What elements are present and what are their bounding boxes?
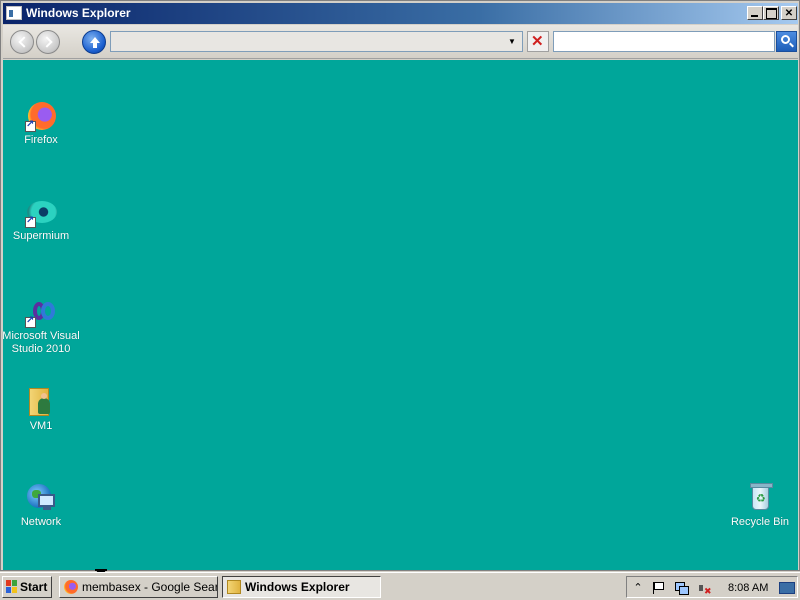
address-bar: ▼ <box>110 31 523 52</box>
show-desktop-icon[interactable] <box>778 580 795 596</box>
search-button[interactable] <box>776 31 797 52</box>
back-button[interactable] <box>10 30 34 54</box>
desktop-icon-label: Network <box>20 516 62 528</box>
firefox-icon <box>64 580 78 594</box>
user-folder-icon <box>25 386 57 418</box>
explorer-folder-icon <box>227 580 241 594</box>
desktop-area[interactable]: Firefox Supermium Microsoft Visual Studi… <box>1 60 800 589</box>
start-button[interactable]: Start <box>2 576 52 598</box>
clock[interactable]: 8:08 AM <box>728 580 768 596</box>
taskbar-button-explorer[interactable]: Windows Explorer <box>222 576 381 598</box>
up-arrow-icon <box>90 37 100 48</box>
desktop-icon-label: VM1 <box>29 420 53 432</box>
desktop-icon-supermium[interactable]: Supermium <box>1 196 81 243</box>
recycle-bin-icon <box>744 482 776 514</box>
close-button[interactable]: ✕ <box>781 6 797 20</box>
navigation-toolbar: ▼ ✕ <box>3 25 798 59</box>
network-status-icon[interactable] <box>673 580 689 596</box>
taskbar-button-firefox[interactable]: membasex - Google Sear... <box>59 576 218 598</box>
explorer-window: Windows Explorer ✕ ▼ ✕ Firefox <box>0 0 800 589</box>
forward-button[interactable] <box>36 30 60 54</box>
desktop-icon-label: Supermium <box>12 230 70 242</box>
desktop-icon-label: Recycle Bin <box>730 516 790 528</box>
up-folder-button[interactable] <box>82 30 106 54</box>
desktop-icon-label: Firefox <box>24 134 58 146</box>
windows-logo-icon <box>6 580 18 594</box>
address-dropdown-button[interactable]: ▼ <box>502 32 522 51</box>
desktop-icon-visual-studio[interactable]: Microsoft Visual Studio 2010 <box>1 296 81 356</box>
desktop-icon-firefox[interactable]: Firefox <box>1 100 81 147</box>
shortcut-arrow-icon <box>25 215 36 228</box>
search-input[interactable] <box>553 31 775 52</box>
supermium-icon <box>25 196 57 228</box>
system-tray: ⌃ 8:08 AM <box>626 576 798 599</box>
action-center-flag-icon[interactable] <box>649 580 665 596</box>
desktop-icon-vm1[interactable]: VM1 <box>1 386 81 433</box>
firefox-icon <box>25 100 57 132</box>
show-hidden-icons-chevron-icon[interactable]: ⌃ <box>630 580 646 596</box>
stop-button[interactable]: ✕ <box>527 31 549 52</box>
desktop-icon-recycle-bin[interactable]: Recycle Bin <box>720 482 800 529</box>
minimize-button[interactable] <box>747 6 763 20</box>
title-bar[interactable]: Windows Explorer ✕ <box>3 3 798 24</box>
taskbar-button-label: Windows Explorer <box>245 580 350 594</box>
stop-x-icon: ✕ <box>531 33 544 50</box>
volume-muted-icon[interactable] <box>697 580 713 599</box>
desktop-icon-label: Microsoft Visual Studio 2010 <box>2 330 80 355</box>
taskbar: Start membasex - Google Sear... Windows … <box>0 572 800 600</box>
start-label: Start <box>20 580 48 594</box>
forward-arrow-icon <box>41 36 53 48</box>
visual-studio-icon <box>25 296 57 328</box>
maximize-button[interactable] <box>763 6 779 20</box>
address-input[interactable] <box>111 32 501 51</box>
window-title: Windows Explorer <box>26 6 131 20</box>
taskbar-button-label: membasex - Google Sear... <box>82 580 218 594</box>
shortcut-arrow-icon <box>25 119 36 132</box>
explorer-window-icon[interactable] <box>6 6 22 20</box>
shortcut-arrow-icon <box>25 315 36 328</box>
network-icon <box>25 482 57 514</box>
desktop-icon-network[interactable]: Network <box>1 482 81 529</box>
back-arrow-icon <box>18 36 30 48</box>
